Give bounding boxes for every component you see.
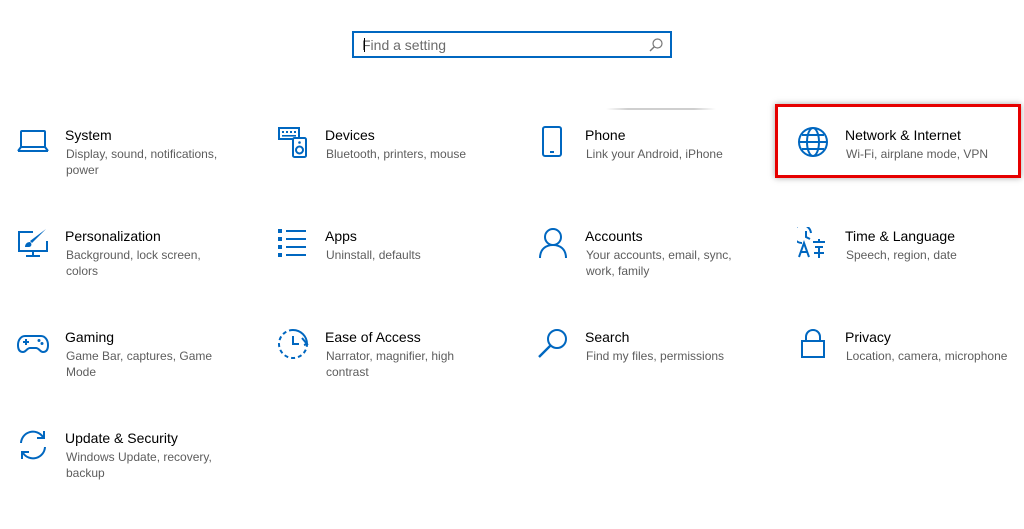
tile-title: Privacy xyxy=(845,329,891,345)
paint-monitor-icon xyxy=(17,227,49,259)
lock-icon xyxy=(797,328,829,360)
tile-system[interactable]: System Display, sound, notifications, po… xyxy=(17,126,247,206)
tile-description: Uninstall, defaults xyxy=(326,248,421,262)
tile-description: Game Bar, captures, Game Mode xyxy=(66,349,213,379)
tile-title: Phone xyxy=(585,127,626,143)
language-icon xyxy=(797,227,829,259)
apps-list-icon xyxy=(277,227,309,259)
tile-title: Update & Security xyxy=(65,430,178,446)
tile-title: Search xyxy=(585,329,630,345)
gamepad-icon xyxy=(17,328,49,360)
tile-phone[interactable]: Phone Link your Android, iPhone xyxy=(537,126,767,206)
tile-description: Narrator, magnifier, high contrast xyxy=(326,349,455,379)
tile-description: Find my files, permissions xyxy=(586,349,725,363)
tile-description: Location, camera, microphone xyxy=(846,349,1008,363)
highlight-box xyxy=(775,104,1021,178)
laptop-icon xyxy=(17,126,49,158)
tile-update-security[interactable]: Update & Security Windows Update, recove… xyxy=(17,429,247,509)
tile-title: Devices xyxy=(325,127,375,143)
tile-description: Speech, region, date xyxy=(846,248,957,262)
tile-title: Ease of Access xyxy=(325,329,421,345)
search-icon xyxy=(648,37,664,53)
tile-title: Personalization xyxy=(65,228,161,244)
tile-title: Time & Language xyxy=(845,228,955,244)
tile-description: Bluetooth, printers, mouse xyxy=(326,147,467,161)
tile-accounts[interactable]: Accounts Your accounts, email, sync, wor… xyxy=(537,227,767,307)
magnifier-icon xyxy=(537,328,569,360)
tile-title: Gaming xyxy=(65,329,115,345)
tile-description: Link your Android, iPhone xyxy=(586,147,723,161)
sync-icon xyxy=(17,429,49,461)
tile-title: Accounts xyxy=(585,228,643,244)
settings-home: System Display, sound, notifications, po… xyxy=(0,0,1024,529)
tile-title: Apps xyxy=(325,228,357,244)
tile-search[interactable]: Search Find my files, permissions xyxy=(537,328,767,408)
keyboard-speaker-icon xyxy=(277,126,309,158)
tile-description: Windows Update, recovery, backup xyxy=(66,450,212,480)
phone-icon xyxy=(537,126,569,158)
tile-time-language[interactable]: Time & Language Speech, region, date xyxy=(797,227,1024,307)
tile-apps[interactable]: Apps Uninstall, defaults xyxy=(277,227,507,307)
tile-ease-of-access[interactable]: Ease of Access Narrator, magnifier, high… xyxy=(277,328,507,408)
header-divider xyxy=(606,108,716,110)
tile-privacy[interactable]: Privacy Location, camera, microphone xyxy=(797,328,1024,408)
tile-gaming[interactable]: Gaming Game Bar, captures, Game Mode xyxy=(17,328,247,408)
ease-of-access-icon xyxy=(277,328,309,360)
tile-personalization[interactable]: Personalization Background, lock screen,… xyxy=(17,227,247,307)
text-caret xyxy=(364,38,365,52)
search-box[interactable] xyxy=(352,31,672,58)
tile-description: Background, lock screen, colors xyxy=(66,248,201,278)
tile-description: Display, sound, notifications, power xyxy=(66,147,218,177)
person-icon xyxy=(537,227,569,259)
search-input[interactable] xyxy=(362,33,642,56)
tile-description: Your accounts, email, sync, work, family xyxy=(586,248,732,278)
tile-devices[interactable]: Devices Bluetooth, printers, mouse xyxy=(277,126,507,206)
tile-title: System xyxy=(65,127,112,143)
